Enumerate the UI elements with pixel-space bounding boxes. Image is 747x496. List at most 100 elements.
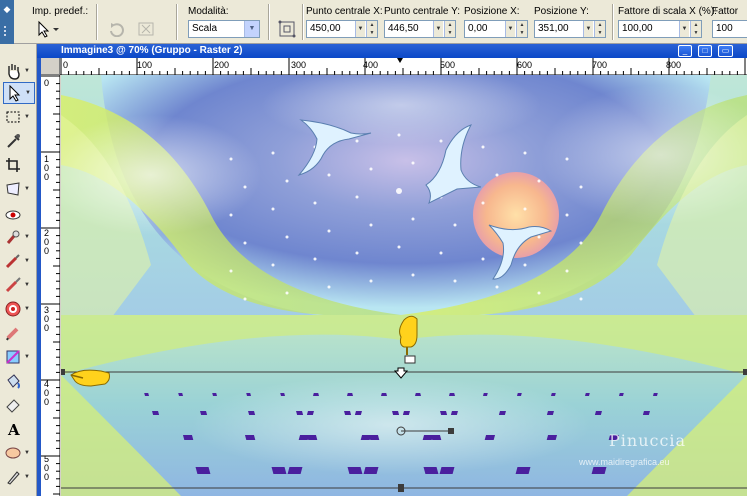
ruler-label: 4 0 0 — [44, 379, 50, 407]
pick-tool[interactable]: ▼ — [3, 82, 35, 104]
spin-buttons[interactable]: ▲ ▼ — [516, 21, 527, 37]
document-title: Immagine3 @ 70% (Gruppo - Raster 2) — [61, 45, 243, 56]
selection-tool[interactable]: ▼ — [3, 106, 35, 128]
palette-grip[interactable]: ◆ — [0, 0, 14, 44]
target-icon — [3, 299, 23, 319]
clone-tool[interactable]: ▼ — [3, 226, 35, 248]
ruler-label: 5 0 0 — [44, 454, 50, 482]
pen-icon — [3, 467, 23, 487]
spin-buttons[interactable]: ▲ ▼ — [594, 21, 605, 37]
ruler-ticks — [60, 58, 746, 75]
chevron-down-icon[interactable]: ▼ — [679, 21, 689, 37]
pos-x-label: Posizione X: — [464, 6, 520, 17]
dropper-tool[interactable] — [3, 130, 35, 152]
center-x-label: Punto centrale X: — [306, 6, 383, 17]
separator — [268, 4, 270, 40]
ruler-ticks — [41, 75, 60, 495]
reset-button[interactable] — [104, 18, 130, 40]
crop-tool[interactable] — [3, 154, 35, 176]
tools-palette: ▼ ▼ ▼ ▼ ▼ ▼ ▼ ▼ ▼ A ▼ ▼ — [0, 44, 37, 496]
deform-grid-icon — [278, 20, 296, 38]
pos-y-value: 351,00 — [538, 23, 569, 34]
image-canvas[interactable]: Pinuccia www.maidiregrafica.eu — [61, 75, 747, 496]
ellipse-shape-icon — [3, 443, 23, 463]
chevron-down-icon[interactable]: ▼ — [433, 21, 443, 37]
dropper-icon — [3, 131, 23, 151]
ruler-label: 1 0 0 — [44, 154, 50, 182]
pos-y-label: Posizione Y: — [534, 6, 589, 17]
brush-tool[interactable]: ▼ — [3, 250, 35, 272]
spin-buttons[interactable]: ▲ ▼ — [366, 21, 377, 37]
minimize-icon: _ — [682, 46, 688, 55]
marquee-icon — [3, 107, 23, 127]
pos-y-input[interactable]: 351,00 ▼ ▲ ▼ — [534, 20, 606, 38]
pin-icon[interactable]: ◆ — [2, 4, 12, 14]
ruler-label: 800 — [666, 60, 682, 70]
ruler-label: 500 — [440, 60, 456, 70]
ruler-label: 3 0 0 — [44, 305, 50, 333]
color-replacer-tool[interactable]: ▼ — [3, 298, 35, 320]
hand-icon — [3, 61, 23, 81]
chevron-down-icon[interactable]: ▼ — [23, 282, 31, 288]
vertical-ruler[interactable]: 0 1 0 0 2 0 0 3 0 0 4 0 0 5 0 0 — [41, 75, 60, 496]
chevron-down-icon[interactable]: ▼ — [23, 234, 31, 240]
eye-icon — [3, 205, 23, 225]
ruler-label: 200 — [214, 60, 230, 70]
horizontal-ruler[interactable]: 0 100 200 300 400 500 600 700 800 — [60, 58, 747, 75]
move-tool[interactable]: ▼ — [3, 178, 35, 200]
chevron-down-icon[interactable]: ▼ — [355, 21, 365, 37]
watermark-name: Pinuccia — [609, 431, 687, 450]
chevron-down-icon[interactable]: ▼ — [24, 90, 32, 96]
text-tool[interactable]: A — [3, 418, 35, 440]
grip-dots — [4, 26, 10, 36]
tool-options-palette: ◆ Imp. predef.: Modalità: Scala ▼ Punto … — [0, 0, 747, 44]
mode-value: Scala — [192, 23, 218, 34]
maximize-button[interactable]: □ — [698, 45, 712, 57]
scale-x-input[interactable]: 100,00 ▼ ▲ ▼ — [618, 20, 702, 38]
chevron-down-icon[interactable]: ▼ — [23, 306, 31, 312]
eraser-tool[interactable] — [3, 394, 35, 416]
text-icon: A — [3, 419, 23, 439]
chevron-down-icon[interactable]: ▼ — [23, 114, 31, 120]
chevron-down-icon[interactable]: ▼ — [583, 21, 593, 37]
clone-brush-icon — [3, 227, 23, 247]
chevron-down-icon[interactable]: ▼ — [23, 186, 31, 192]
chevron-down-icon[interactable]: ▼ — [244, 21, 259, 37]
dodge-tool[interactable]: ▼ — [3, 274, 35, 296]
separator — [96, 4, 98, 40]
crop-icon — [3, 155, 23, 175]
center-object-button[interactable] — [274, 18, 300, 40]
preset-shape-tool[interactable]: ▼ — [3, 442, 35, 464]
restore-button[interactable]: ▭ — [718, 45, 733, 57]
preset-dropdown[interactable] — [33, 18, 63, 40]
apply-button[interactable] — [133, 18, 159, 40]
chevron-down-icon[interactable]: ▼ — [23, 354, 31, 360]
smudge-icon — [3, 275, 23, 295]
paint-bucket-icon — [3, 371, 23, 391]
chevron-down-icon[interactable]: ▼ — [23, 258, 31, 264]
deform-icon — [3, 179, 23, 199]
document-title-bar[interactable]: Immagine3 @ 70% (Gruppo - Raster 2) — [37, 44, 747, 58]
spin-buttons[interactable]: ▲ ▼ — [690, 21, 701, 37]
paint-brush-icon — [3, 251, 23, 271]
spin-buttons[interactable]: ▲ ▼ — [444, 21, 455, 37]
chevron-down-icon[interactable]: ▼ — [23, 68, 31, 74]
pan-tool[interactable]: ▼ — [3, 60, 35, 82]
fill-tool[interactable] — [3, 370, 35, 392]
center-y-label: Punto centrale Y: — [384, 6, 460, 17]
chevron-down-icon[interactable]: ▼ — [23, 474, 31, 480]
scale-y-input[interactable]: 100 — [712, 20, 747, 38]
ruler-label: 0 — [44, 78, 50, 88]
pen-tool[interactable]: ▼ — [3, 466, 35, 488]
red-eye-tool[interactable] — [3, 204, 35, 226]
center-x-input[interactable]: 450,00 ▼ ▲ ▼ — [306, 20, 378, 38]
chevron-down-icon[interactable]: ▼ — [23, 450, 31, 456]
ruler-label: 400 — [363, 60, 379, 70]
chevron-down-icon[interactable]: ▼ — [505, 21, 515, 37]
minimize-button[interactable]: _ — [678, 45, 692, 57]
center-y-input[interactable]: 446,50 ▼ ▲ ▼ — [384, 20, 456, 38]
scratch-tool[interactable] — [3, 322, 35, 344]
mode-select[interactable]: Scala ▼ — [188, 20, 260, 38]
pos-x-input[interactable]: 0,00 ▼ ▲ ▼ — [464, 20, 528, 38]
retouch-tool[interactable]: ▼ — [3, 346, 35, 368]
